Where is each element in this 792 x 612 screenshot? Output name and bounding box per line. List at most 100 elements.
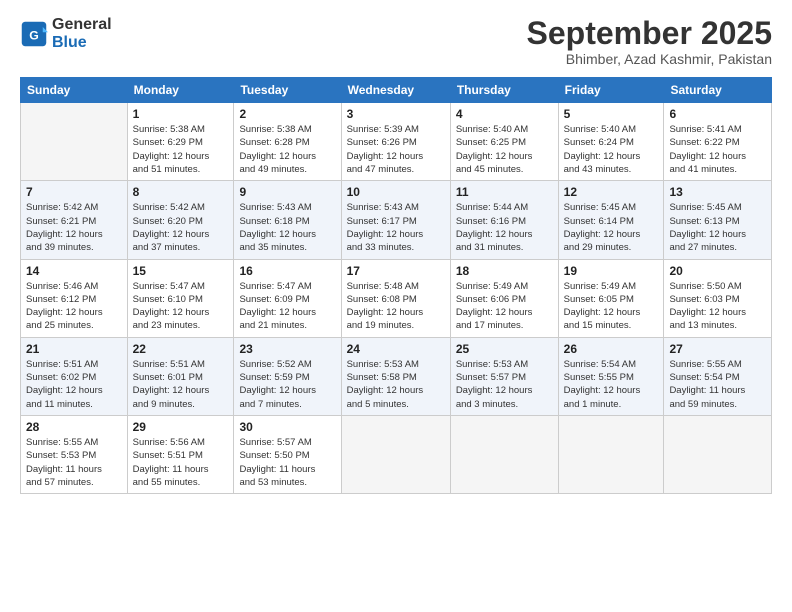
table-row: 20Sunrise: 5:50 AM Sunset: 6:03 PM Dayli… bbox=[664, 259, 772, 337]
day-number: 10 bbox=[347, 185, 445, 199]
col-sunday: Sunday bbox=[21, 78, 128, 103]
day-info: Sunrise: 5:49 AM Sunset: 6:05 PM Dayligh… bbox=[564, 280, 659, 333]
day-number: 23 bbox=[239, 342, 335, 356]
day-number: 30 bbox=[239, 420, 335, 434]
table-row: 10 Sunrise: 5:43 AM Sunset: 6:17 PM Dayli… bbox=[341, 181, 450, 259]
day-info: Sunrise: 5:46 AM Sunset: 6:12 PM Dayligh… bbox=[26, 280, 122, 333]
title-block: September 2025 Bhimber, Azad Kashmir, Pa… bbox=[527, 16, 772, 67]
table-row bbox=[450, 415, 558, 493]
table-row: 29Sunrise: 5:56 AM Sunset: 5:51 PM Dayli… bbox=[127, 415, 234, 493]
day-number: 2 bbox=[239, 107, 335, 121]
table-row: 4 Sunrise: 5:40 AM Sunset: 6:25 PM Daylig… bbox=[450, 103, 558, 181]
day-info: Sunrise: 5:54 AM Sunset: 5:55 PM Dayligh… bbox=[564, 358, 659, 411]
calendar-week-row: 14 Sunrise: 5:46 AM Sunset: 6:12 PM Dayli… bbox=[21, 259, 772, 337]
day-number: 21 bbox=[26, 342, 122, 356]
day-info: Sunrise: 5:52 AM Sunset: 5:59 PM Dayligh… bbox=[239, 358, 335, 411]
col-wednesday: Wednesday bbox=[341, 78, 450, 103]
col-thursday: Thursday bbox=[450, 78, 558, 103]
table-row: 7Sunrise: 5:42 AM Sunset: 6:21 PM Daylig… bbox=[21, 181, 128, 259]
table-row: 14 Sunrise: 5:46 AM Sunset: 6:12 PM Dayli… bbox=[21, 259, 128, 337]
table-row: 18 Sunrise: 5:49 AM Sunset: 6:06 PM Dayli… bbox=[450, 259, 558, 337]
day-number: 1 bbox=[133, 107, 229, 121]
header: G General Blue September 2025 Bhimber, A… bbox=[20, 16, 772, 67]
day-info: Sunrise: 5:56 AM Sunset: 5:51 PM Dayligh… bbox=[133, 436, 229, 489]
table-row: 3Sunrise: 5:39 AM Sunset: 6:26 PM Daylig… bbox=[341, 103, 450, 181]
day-number: 24 bbox=[347, 342, 445, 356]
day-number: 25 bbox=[456, 342, 553, 356]
day-number: 16 bbox=[239, 264, 335, 278]
table-row: 15Sunrise: 5:47 AM Sunset: 6:10 PM Dayli… bbox=[127, 259, 234, 337]
table-row: 1 Sunrise: 5:38 AM Sunset: 6:29 PM Daylig… bbox=[127, 103, 234, 181]
table-row bbox=[21, 103, 128, 181]
logo-line1: General bbox=[52, 16, 112, 34]
table-row: 28 Sunrise: 5:55 AM Sunset: 5:53 PM Dayli… bbox=[21, 415, 128, 493]
day-number: 19 bbox=[564, 264, 659, 278]
table-row: 12 Sunrise: 5:45 AM Sunset: 6:14 PM Dayli… bbox=[558, 181, 664, 259]
day-number: 28 bbox=[26, 420, 122, 434]
table-row: 24 Sunrise: 5:53 AM Sunset: 5:58 PM Dayli… bbox=[341, 337, 450, 415]
day-number: 12 bbox=[564, 185, 659, 199]
day-info: Sunrise: 5:51 AM Sunset: 6:02 PM Dayligh… bbox=[26, 358, 122, 411]
logo-line2: Blue bbox=[52, 34, 112, 52]
day-info: Sunrise: 5:55 AM Sunset: 5:54 PM Dayligh… bbox=[669, 358, 766, 411]
table-row: 25 Sunrise: 5:53 AM Sunset: 5:57 PM Dayli… bbox=[450, 337, 558, 415]
col-friday: Friday bbox=[558, 78, 664, 103]
col-monday: Monday bbox=[127, 78, 234, 103]
day-number: 18 bbox=[456, 264, 553, 278]
day-number: 14 bbox=[26, 264, 122, 278]
day-info: Sunrise: 5:40 AM Sunset: 6:25 PM Dayligh… bbox=[456, 123, 553, 176]
table-row: 23 Sunrise: 5:52 AM Sunset: 5:59 PM Dayli… bbox=[234, 337, 341, 415]
day-info: Sunrise: 5:53 AM Sunset: 5:57 PM Dayligh… bbox=[456, 358, 553, 411]
day-info: Sunrise: 5:43 AM Sunset: 6:18 PM Dayligh… bbox=[239, 201, 335, 254]
day-number: 27 bbox=[669, 342, 766, 356]
day-number: 4 bbox=[456, 107, 553, 121]
day-info: Sunrise: 5:49 AM Sunset: 6:06 PM Dayligh… bbox=[456, 280, 553, 333]
table-row bbox=[558, 415, 664, 493]
calendar-header-row: Sunday Monday Tuesday Wednesday Thursday… bbox=[21, 78, 772, 103]
day-number: 17 bbox=[347, 264, 445, 278]
day-number: 11 bbox=[456, 185, 553, 199]
day-number: 6 bbox=[669, 107, 766, 121]
table-row: 6 Sunrise: 5:41 AM Sunset: 6:22 PM Daylig… bbox=[664, 103, 772, 181]
page: G General Blue September 2025 Bhimber, A… bbox=[0, 0, 792, 612]
table-row: 9Sunrise: 5:43 AM Sunset: 6:18 PM Daylig… bbox=[234, 181, 341, 259]
table-row: 17 Sunrise: 5:48 AM Sunset: 6:08 PM Dayli… bbox=[341, 259, 450, 337]
calendar-week-row: 1 Sunrise: 5:38 AM Sunset: 6:29 PM Daylig… bbox=[21, 103, 772, 181]
day-info: Sunrise: 5:42 AM Sunset: 6:21 PM Dayligh… bbox=[26, 201, 122, 254]
calendar-week-row: 28 Sunrise: 5:55 AM Sunset: 5:53 PM Dayli… bbox=[21, 415, 772, 493]
month-title: September 2025 bbox=[527, 16, 772, 51]
table-row: 27 Sunrise: 5:55 AM Sunset: 5:54 PM Dayli… bbox=[664, 337, 772, 415]
table-row: 21 Sunrise: 5:51 AM Sunset: 6:02 PM Dayli… bbox=[21, 337, 128, 415]
table-row: 2Sunrise: 5:38 AM Sunset: 6:28 PM Daylig… bbox=[234, 103, 341, 181]
day-info: Sunrise: 5:48 AM Sunset: 6:08 PM Dayligh… bbox=[347, 280, 445, 333]
day-number: 8 bbox=[133, 185, 229, 199]
day-number: 3 bbox=[347, 107, 445, 121]
day-info: Sunrise: 5:42 AM Sunset: 6:20 PM Dayligh… bbox=[133, 201, 229, 254]
logo-text: General Blue bbox=[52, 16, 112, 51]
calendar-week-row: 21 Sunrise: 5:51 AM Sunset: 6:02 PM Dayli… bbox=[21, 337, 772, 415]
calendar-week-row: 7Sunrise: 5:42 AM Sunset: 6:21 PM Daylig… bbox=[21, 181, 772, 259]
calendar-table: Sunday Monday Tuesday Wednesday Thursday… bbox=[20, 77, 772, 494]
day-info: Sunrise: 5:50 AM Sunset: 6:03 PM Dayligh… bbox=[669, 280, 766, 333]
location: Bhimber, Azad Kashmir, Pakistan bbox=[527, 51, 772, 67]
day-number: 5 bbox=[564, 107, 659, 121]
day-info: Sunrise: 5:41 AM Sunset: 6:22 PM Dayligh… bbox=[669, 123, 766, 176]
day-info: Sunrise: 5:38 AM Sunset: 6:29 PM Dayligh… bbox=[133, 123, 229, 176]
day-number: 26 bbox=[564, 342, 659, 356]
svg-text:G: G bbox=[29, 28, 39, 42]
day-info: Sunrise: 5:40 AM Sunset: 6:24 PM Dayligh… bbox=[564, 123, 659, 176]
day-info: Sunrise: 5:55 AM Sunset: 5:53 PM Dayligh… bbox=[26, 436, 122, 489]
day-info: Sunrise: 5:53 AM Sunset: 5:58 PM Dayligh… bbox=[347, 358, 445, 411]
table-row: 22Sunrise: 5:51 AM Sunset: 6:01 PM Dayli… bbox=[127, 337, 234, 415]
table-row: 11 Sunrise: 5:44 AM Sunset: 6:16 PM Dayli… bbox=[450, 181, 558, 259]
table-row: 19 Sunrise: 5:49 AM Sunset: 6:05 PM Dayli… bbox=[558, 259, 664, 337]
day-info: Sunrise: 5:44 AM Sunset: 6:16 PM Dayligh… bbox=[456, 201, 553, 254]
table-row: 16Sunrise: 5:47 AM Sunset: 6:09 PM Dayli… bbox=[234, 259, 341, 337]
day-info: Sunrise: 5:43 AM Sunset: 6:17 PM Dayligh… bbox=[347, 201, 445, 254]
day-info: Sunrise: 5:45 AM Sunset: 6:13 PM Dayligh… bbox=[669, 201, 766, 254]
day-number: 22 bbox=[133, 342, 229, 356]
table-row: 26 Sunrise: 5:54 AM Sunset: 5:55 PM Dayli… bbox=[558, 337, 664, 415]
day-info: Sunrise: 5:45 AM Sunset: 6:14 PM Dayligh… bbox=[564, 201, 659, 254]
day-info: Sunrise: 5:57 AM Sunset: 5:50 PM Dayligh… bbox=[239, 436, 335, 489]
day-number: 15 bbox=[133, 264, 229, 278]
